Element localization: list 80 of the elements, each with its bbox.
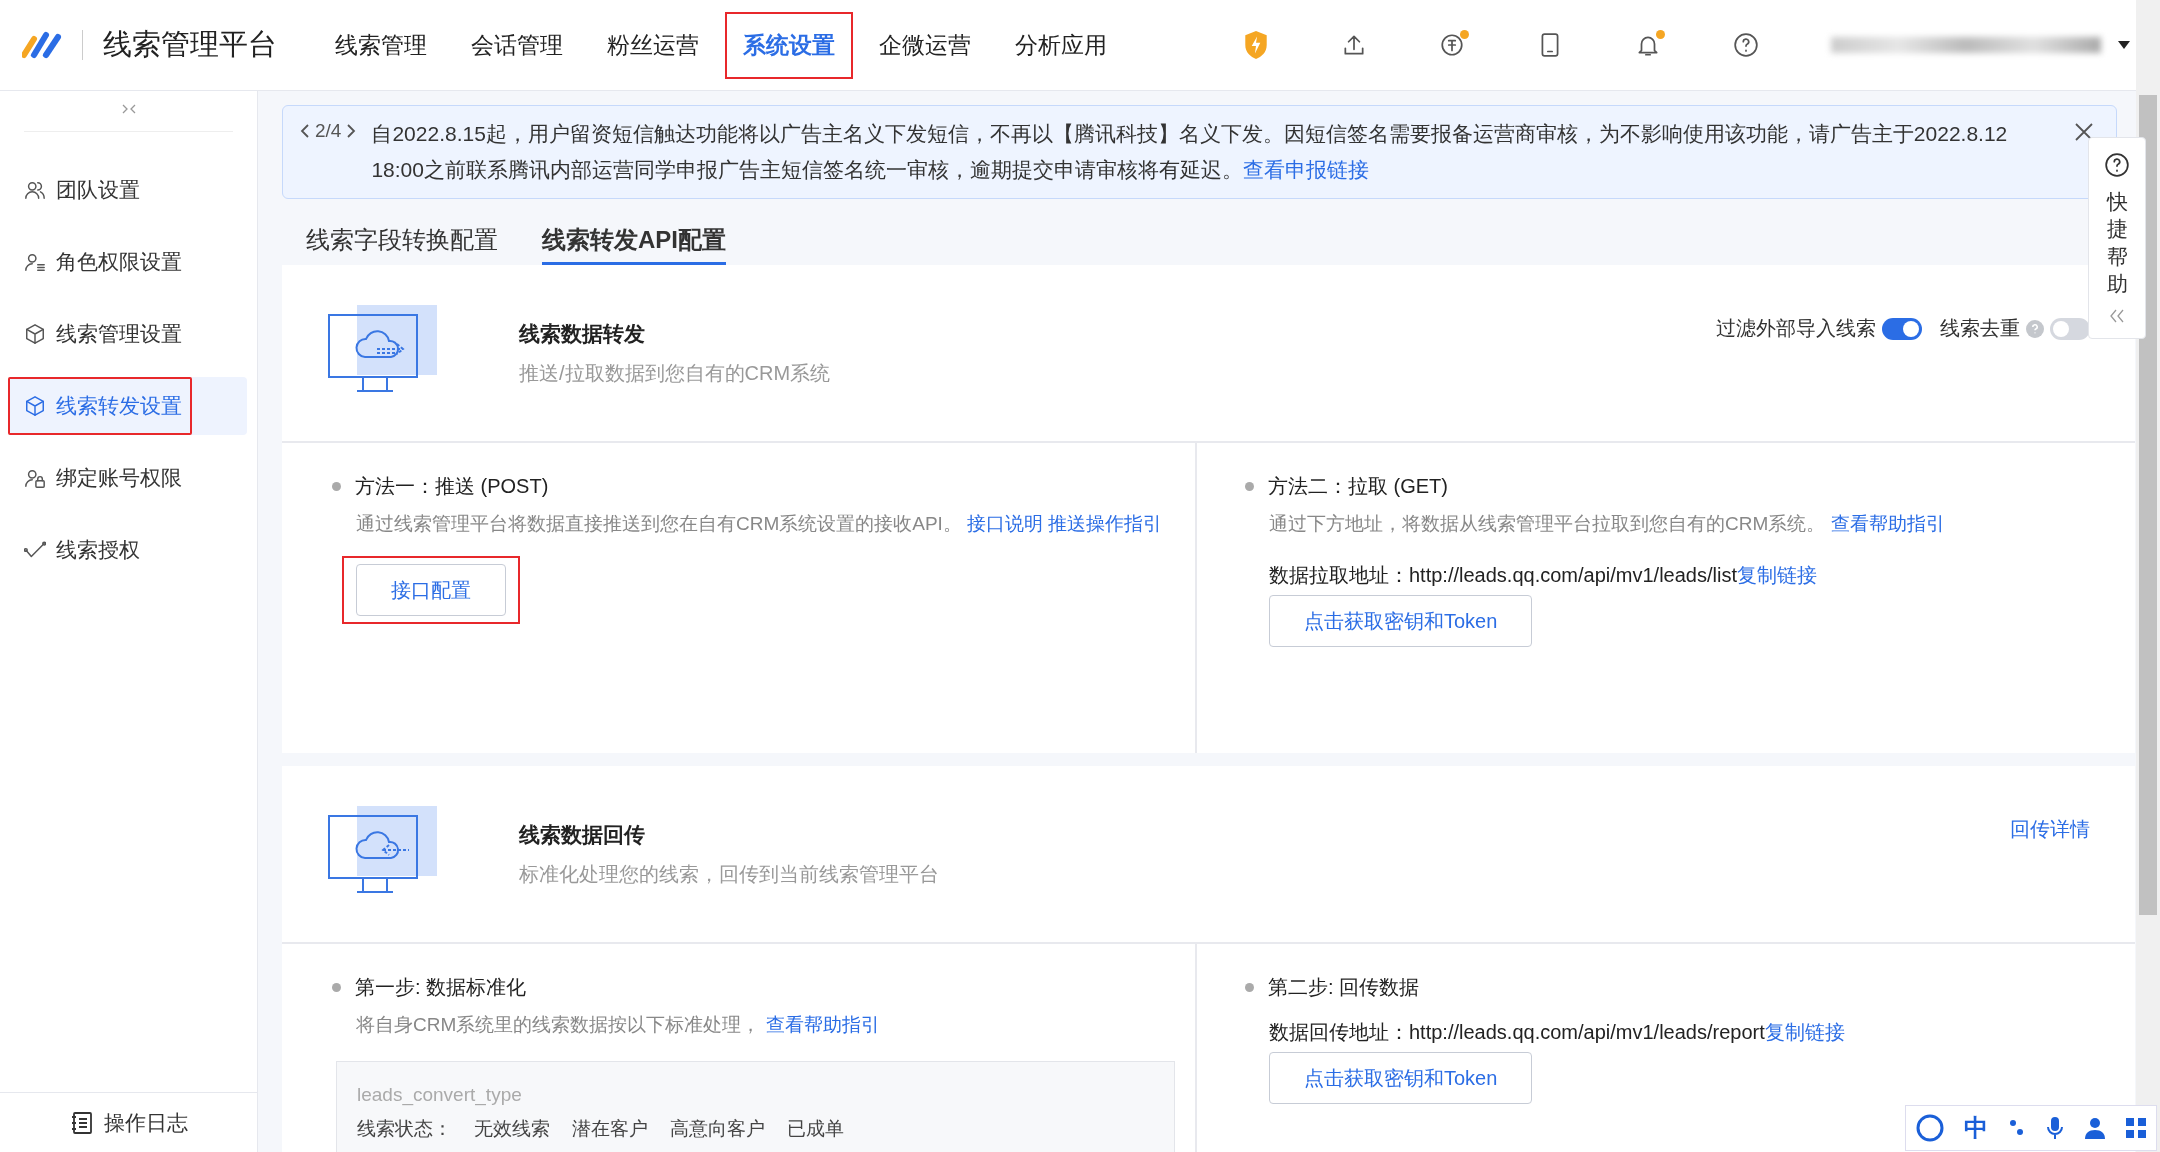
sidebar-item[interactable]: 团队设置 bbox=[10, 161, 247, 219]
sidebar-item[interactable]: 角色权限设置 bbox=[10, 233, 247, 291]
log-icon bbox=[69, 1110, 94, 1135]
microphone-icon[interactable] bbox=[2045, 1115, 2066, 1141]
bullet-icon bbox=[332, 482, 341, 491]
quick-help-button[interactable]: 快捷帮助 bbox=[2106, 188, 2128, 298]
nav-tab[interactable]: 企微运营 bbox=[861, 11, 989, 79]
log-button[interactable]: 操作日志 bbox=[0, 1092, 257, 1152]
caret-icon bbox=[2117, 40, 2131, 50]
report-link[interactable]: 查看申报链接 bbox=[1243, 158, 1369, 181]
status-value: 已成单 bbox=[787, 1117, 844, 1141]
notification-dot bbox=[1460, 30, 1469, 39]
address-line: 数据拉取地址：http://leads.qq.com/api/mv1/leads/list复制链接 bbox=[1269, 563, 1818, 588]
close-icon bbox=[2074, 122, 2094, 142]
method-title: 方法二：拉取 (GET) bbox=[1268, 474, 1448, 499]
pager-count: 2/4 bbox=[315, 120, 342, 142]
person-lock-icon bbox=[24, 467, 46, 489]
person-list-icon bbox=[24, 251, 46, 273]
nav-tab[interactable]: 粉丝运营 bbox=[589, 11, 717, 79]
help-icon bbox=[2026, 319, 2044, 338]
toggle-label: 过滤外部导入线索 bbox=[1716, 316, 1876, 341]
toggle-label: 线索去重 bbox=[1940, 316, 2020, 341]
token-button[interactable]: 点击获取密钥和Token bbox=[1269, 595, 1533, 647]
notice-text: 自2022.8.15起，用户留资短信触达功能将以广告主名义下发短信，不再以【腾讯科技】名义下发。因短信签名需要报备运营商审核，为不影响使用该功能，请广告主于2022.8.12 18:00之前联系腾讯内部运营同学申报广告主短信签名统一审核，逾期提交申请审核将有延迟。查看申报链接 bbox=[371, 121, 2009, 183]
copy-link[interactable]: 复制链接 bbox=[1764, 1021, 1845, 1043]
toggle-switch[interactable] bbox=[2050, 317, 2090, 340]
help-link[interactable]: 推送操作指引 bbox=[1043, 513, 1163, 534]
method-title: 第一步: 数据标准化 bbox=[355, 975, 527, 1000]
grid-icon[interactable] bbox=[2124, 1117, 2147, 1139]
coin-icon bbox=[1439, 32, 1465, 58]
help-link[interactable]: 查看帮助指引 bbox=[760, 1014, 880, 1035]
language-toggle[interactable]: 中 bbox=[1964, 1112, 1988, 1144]
details-link[interactable]: 回传详情 bbox=[2010, 816, 2090, 843]
sidebar-item[interactable]: 线索管理设置 bbox=[10, 305, 247, 363]
cube-icon bbox=[24, 395, 46, 417]
people-icon bbox=[24, 179, 46, 201]
sidebar-item[interactable]: 线索转发设置 bbox=[10, 377, 247, 435]
help-link[interactable]: 接口说明 bbox=[961, 513, 1044, 534]
section-title: 线索数据回传 bbox=[519, 821, 646, 848]
bullet-icon bbox=[1245, 482, 1254, 491]
next-icon[interactable] bbox=[345, 123, 358, 139]
status-value: 无效线索 bbox=[474, 1117, 550, 1141]
toggle-switch[interactable] bbox=[1882, 317, 1922, 340]
method-description: 通过下方地址，将数据从线索管理平台拉取到您自有的CRM系统。 查看帮助指引 bbox=[1269, 512, 1946, 536]
bullet-icon bbox=[1245, 983, 1254, 992]
logo-icon bbox=[22, 31, 62, 59]
method-title: 第二步: 回传数据 bbox=[1268, 975, 1420, 1000]
copy-link[interactable]: 复制链接 bbox=[1736, 564, 1817, 586]
help-link[interactable]: 查看帮助指引 bbox=[1825, 513, 1945, 534]
code-key: leads_convert_type bbox=[357, 1078, 1154, 1112]
section-subtitle: 推送/拉取数据到您自有的CRM系统 bbox=[519, 360, 831, 386]
notification-dot bbox=[1656, 30, 1665, 39]
sidebar-item[interactable]: 绑定账号权限 bbox=[10, 449, 247, 507]
help-icon bbox=[2104, 152, 2130, 178]
status-value: 潜在客户 bbox=[572, 1117, 648, 1141]
help-icon bbox=[1733, 32, 1759, 58]
collapse-icon bbox=[120, 103, 137, 115]
status-value: 高意向客户 bbox=[670, 1117, 765, 1141]
nav-tab[interactable]: 分析应用 bbox=[997, 11, 1125, 79]
status-label: 线索状态： bbox=[357, 1117, 452, 1141]
method-description: 通过线索管理平台将数据直接推送到您在自有CRM系统设置的接收API。 接口说明 推送操作指引 bbox=[356, 512, 1164, 536]
nav-tab[interactable]: 系统设置 bbox=[725, 11, 853, 79]
bullet-icon bbox=[332, 983, 341, 992]
person-icon[interactable] bbox=[2083, 1116, 2106, 1140]
nav-tab[interactable]: 线索管理 bbox=[317, 11, 445, 79]
shield-icon bbox=[1243, 30, 1269, 60]
nav-tab[interactable]: 会话管理 bbox=[453, 11, 581, 79]
method-description: 将自身CRM系统里的线索数据按以下标准处理， 查看帮助指引 bbox=[356, 1013, 881, 1037]
section-subtitle: 标准化处理您的线索，回传到当前线索管理平台 bbox=[519, 861, 939, 887]
sidebar-item[interactable]: 线索授权 bbox=[10, 521, 247, 579]
cube-icon bbox=[24, 323, 46, 345]
config-button[interactable]: 接口配置 bbox=[356, 564, 506, 616]
address-line: 数据回传地址：http://leads.qq.com/api/mv1/leads/report复制链接 bbox=[1269, 1020, 1846, 1045]
section-title: 线索数据转发 bbox=[519, 320, 646, 347]
voice-assistant-icon[interactable] bbox=[1915, 1113, 1946, 1143]
app-title: 线索管理平台 bbox=[103, 27, 277, 62]
tab[interactable]: 线索字段转换配置 bbox=[306, 223, 498, 265]
method-title: 方法一：推送 (POST) bbox=[355, 474, 549, 499]
token-button[interactable]: 点击获取密钥和Token bbox=[1269, 1052, 1533, 1104]
previous-icon[interactable] bbox=[299, 123, 311, 139]
